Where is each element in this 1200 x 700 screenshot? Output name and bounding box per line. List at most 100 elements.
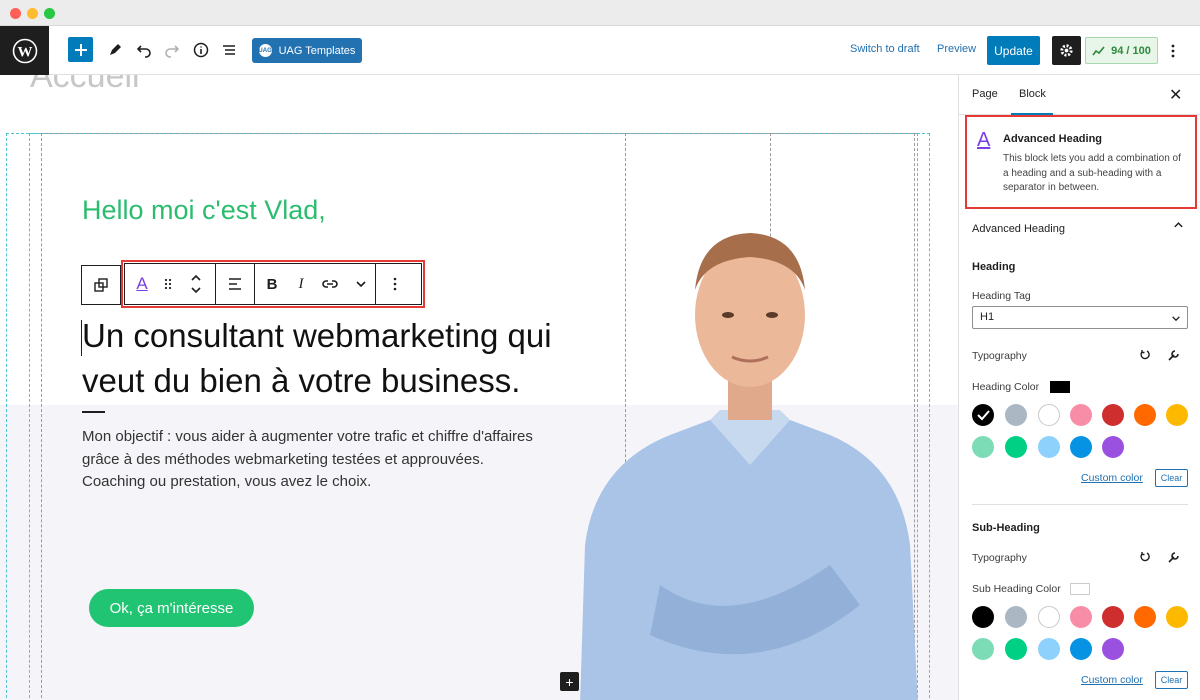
gear-icon [1060, 44, 1073, 57]
color-swatch-gray[interactable] [1005, 404, 1027, 426]
color-swatch-red[interactable] [1102, 404, 1124, 426]
heading-tag-label: Heading Tag [972, 290, 1031, 302]
color-swatch-green[interactable] [1005, 638, 1027, 660]
page-title[interactable]: Accueil [30, 75, 140, 96]
more-options-icon[interactable] [376, 264, 414, 304]
custom-color-link[interactable]: Custom color [1081, 472, 1143, 484]
wordpress-logo-icon[interactable]: W [0, 26, 49, 75]
clear-color-button[interactable]: Clear [1155, 671, 1188, 689]
color-swatch-white[interactable] [1038, 404, 1060, 426]
heading-color-indicator [1050, 381, 1070, 393]
typography-label: Typography [972, 350, 1027, 362]
color-swatch-blue[interactable] [1070, 436, 1092, 458]
color-swatch-amber[interactable] [1166, 404, 1188, 426]
color-swatch-black[interactable] [972, 404, 994, 426]
chevron-up-icon[interactable] [1173, 220, 1184, 232]
italic-button[interactable]: I [289, 264, 313, 304]
custom-color-link[interactable]: Custom color [1081, 674, 1143, 686]
reset-icon[interactable] [1139, 349, 1151, 364]
color-swatch-white[interactable] [1038, 606, 1060, 628]
list-view-button[interactable] [217, 37, 241, 63]
score-chart-icon [1092, 45, 1105, 55]
color-swatch-gray[interactable] [1005, 606, 1027, 628]
redo-icon [165, 45, 180, 58]
drag-handle-icon[interactable] [159, 264, 177, 304]
color-swatch-red[interactable] [1102, 606, 1124, 628]
uag-templates-button[interactable]: UAG UAG Templates [252, 38, 362, 63]
close-window-dot[interactable] [10, 8, 21, 19]
cta-button[interactable]: Ok, ça m'intéresse [89, 589, 254, 627]
add-block-inline-button[interactable]: + [560, 672, 579, 691]
heading-tag-select[interactable]: H1 [972, 306, 1188, 329]
settings-button[interactable] [1052, 36, 1081, 65]
description-line-3: Coaching ou prestation, vous avez le cho… [82, 473, 372, 490]
align-group [216, 264, 255, 304]
color-swatch-pink[interactable] [1070, 606, 1092, 628]
color-swatch-purple[interactable] [1102, 436, 1124, 458]
advanced-heading-icon: A [977, 129, 991, 151]
heading-color-label: Heading Color [972, 381, 1040, 393]
heading-line-2: veut du bien à votre business. [82, 362, 521, 399]
list-view-icon [223, 45, 235, 55]
panel-title[interactable]: Advanced Heading [972, 223, 1065, 235]
select-parent-icon [94, 278, 108, 292]
align-left-icon[interactable] [216, 264, 254, 304]
move-up-down-icon[interactable] [177, 264, 215, 304]
section-heading: Heading [972, 261, 1016, 273]
color-swatch-light-blue[interactable] [1038, 436, 1060, 458]
color-swatch-blue[interactable] [1070, 638, 1092, 660]
update-button[interactable]: Update [987, 36, 1040, 65]
redo-button[interactable] [160, 37, 184, 63]
tools-button[interactable] [103, 37, 127, 63]
clear-color-button[interactable]: Clear [1155, 469, 1188, 487]
minimize-window-dot[interactable] [27, 8, 38, 19]
description-text[interactable]: Mon objectif : vous aider à augmenter vo… [82, 426, 602, 494]
link-icon[interactable] [313, 264, 347, 304]
tab-page[interactable]: Page [972, 88, 998, 100]
svg-text:W: W [17, 44, 32, 60]
advanced-heading-icon[interactable]: A [125, 264, 159, 304]
heading-line-1: Un consultant webmarketing qui [82, 317, 552, 354]
tab-block[interactable]: Block [1019, 88, 1046, 100]
editor-canvas: Accueil Hello moi c'est Vlad, A B I Un c… [0, 75, 958, 700]
color-swatch-light-blue[interactable] [1038, 638, 1060, 660]
color-swatch-mint[interactable] [972, 436, 994, 458]
pencil-icon [110, 44, 121, 55]
vertical-ellipsis-icon [1171, 44, 1175, 57]
undo-button[interactable] [132, 37, 156, 63]
checkmark-icon [977, 410, 990, 421]
hello-text[interactable]: Hello moi c'est Vlad, [82, 195, 326, 226]
section-divider [972, 504, 1188, 505]
select-parent-button[interactable] [81, 265, 121, 305]
sub-heading-color-label: Sub Heading Color [972, 583, 1061, 595]
chevron-down-icon[interactable] [347, 264, 375, 304]
close-icon[interactable]: ✕ [1169, 85, 1182, 105]
description-line-1: Mon objectif : vous aider à augmenter vo… [82, 428, 533, 445]
color-swatch-purple[interactable] [1102, 638, 1124, 660]
wrench-icon[interactable] [1168, 551, 1180, 566]
sidebar-tabs: Page Block ✕ [959, 75, 1200, 115]
seo-score-button[interactable]: 94 / 100 [1085, 37, 1158, 64]
color-swatch-amber[interactable] [1166, 606, 1188, 628]
color-swatch-orange[interactable] [1134, 404, 1156, 426]
reset-icon[interactable] [1139, 551, 1151, 566]
switch-to-draft-button[interactable]: Switch to draft [850, 43, 920, 55]
color-swatch-green[interactable] [1005, 436, 1027, 458]
section-subheading: Sub-Heading [972, 522, 1040, 534]
color-swatch-orange[interactable] [1134, 606, 1156, 628]
add-block-button[interactable] [68, 37, 93, 62]
main-heading[interactable]: Un consultant webmarketing qui veut du b… [82, 313, 602, 403]
zoom-window-dot[interactable] [44, 8, 55, 19]
details-button[interactable] [189, 37, 213, 63]
preview-button[interactable]: Preview [937, 43, 976, 55]
info-icon [193, 42, 209, 58]
bold-button[interactable]: B [255, 264, 289, 304]
typography-label: Typography [972, 552, 1027, 564]
color-swatch-black[interactable] [972, 606, 994, 628]
heading-tag-value: H1 [980, 311, 995, 323]
editor-topbar: W UAG UAG Templates Switch to draft Prev… [0, 26, 1200, 75]
options-button[interactable] [1162, 37, 1184, 64]
color-swatch-pink[interactable] [1070, 404, 1092, 426]
color-swatch-mint[interactable] [972, 638, 994, 660]
wrench-icon[interactable] [1168, 349, 1180, 364]
